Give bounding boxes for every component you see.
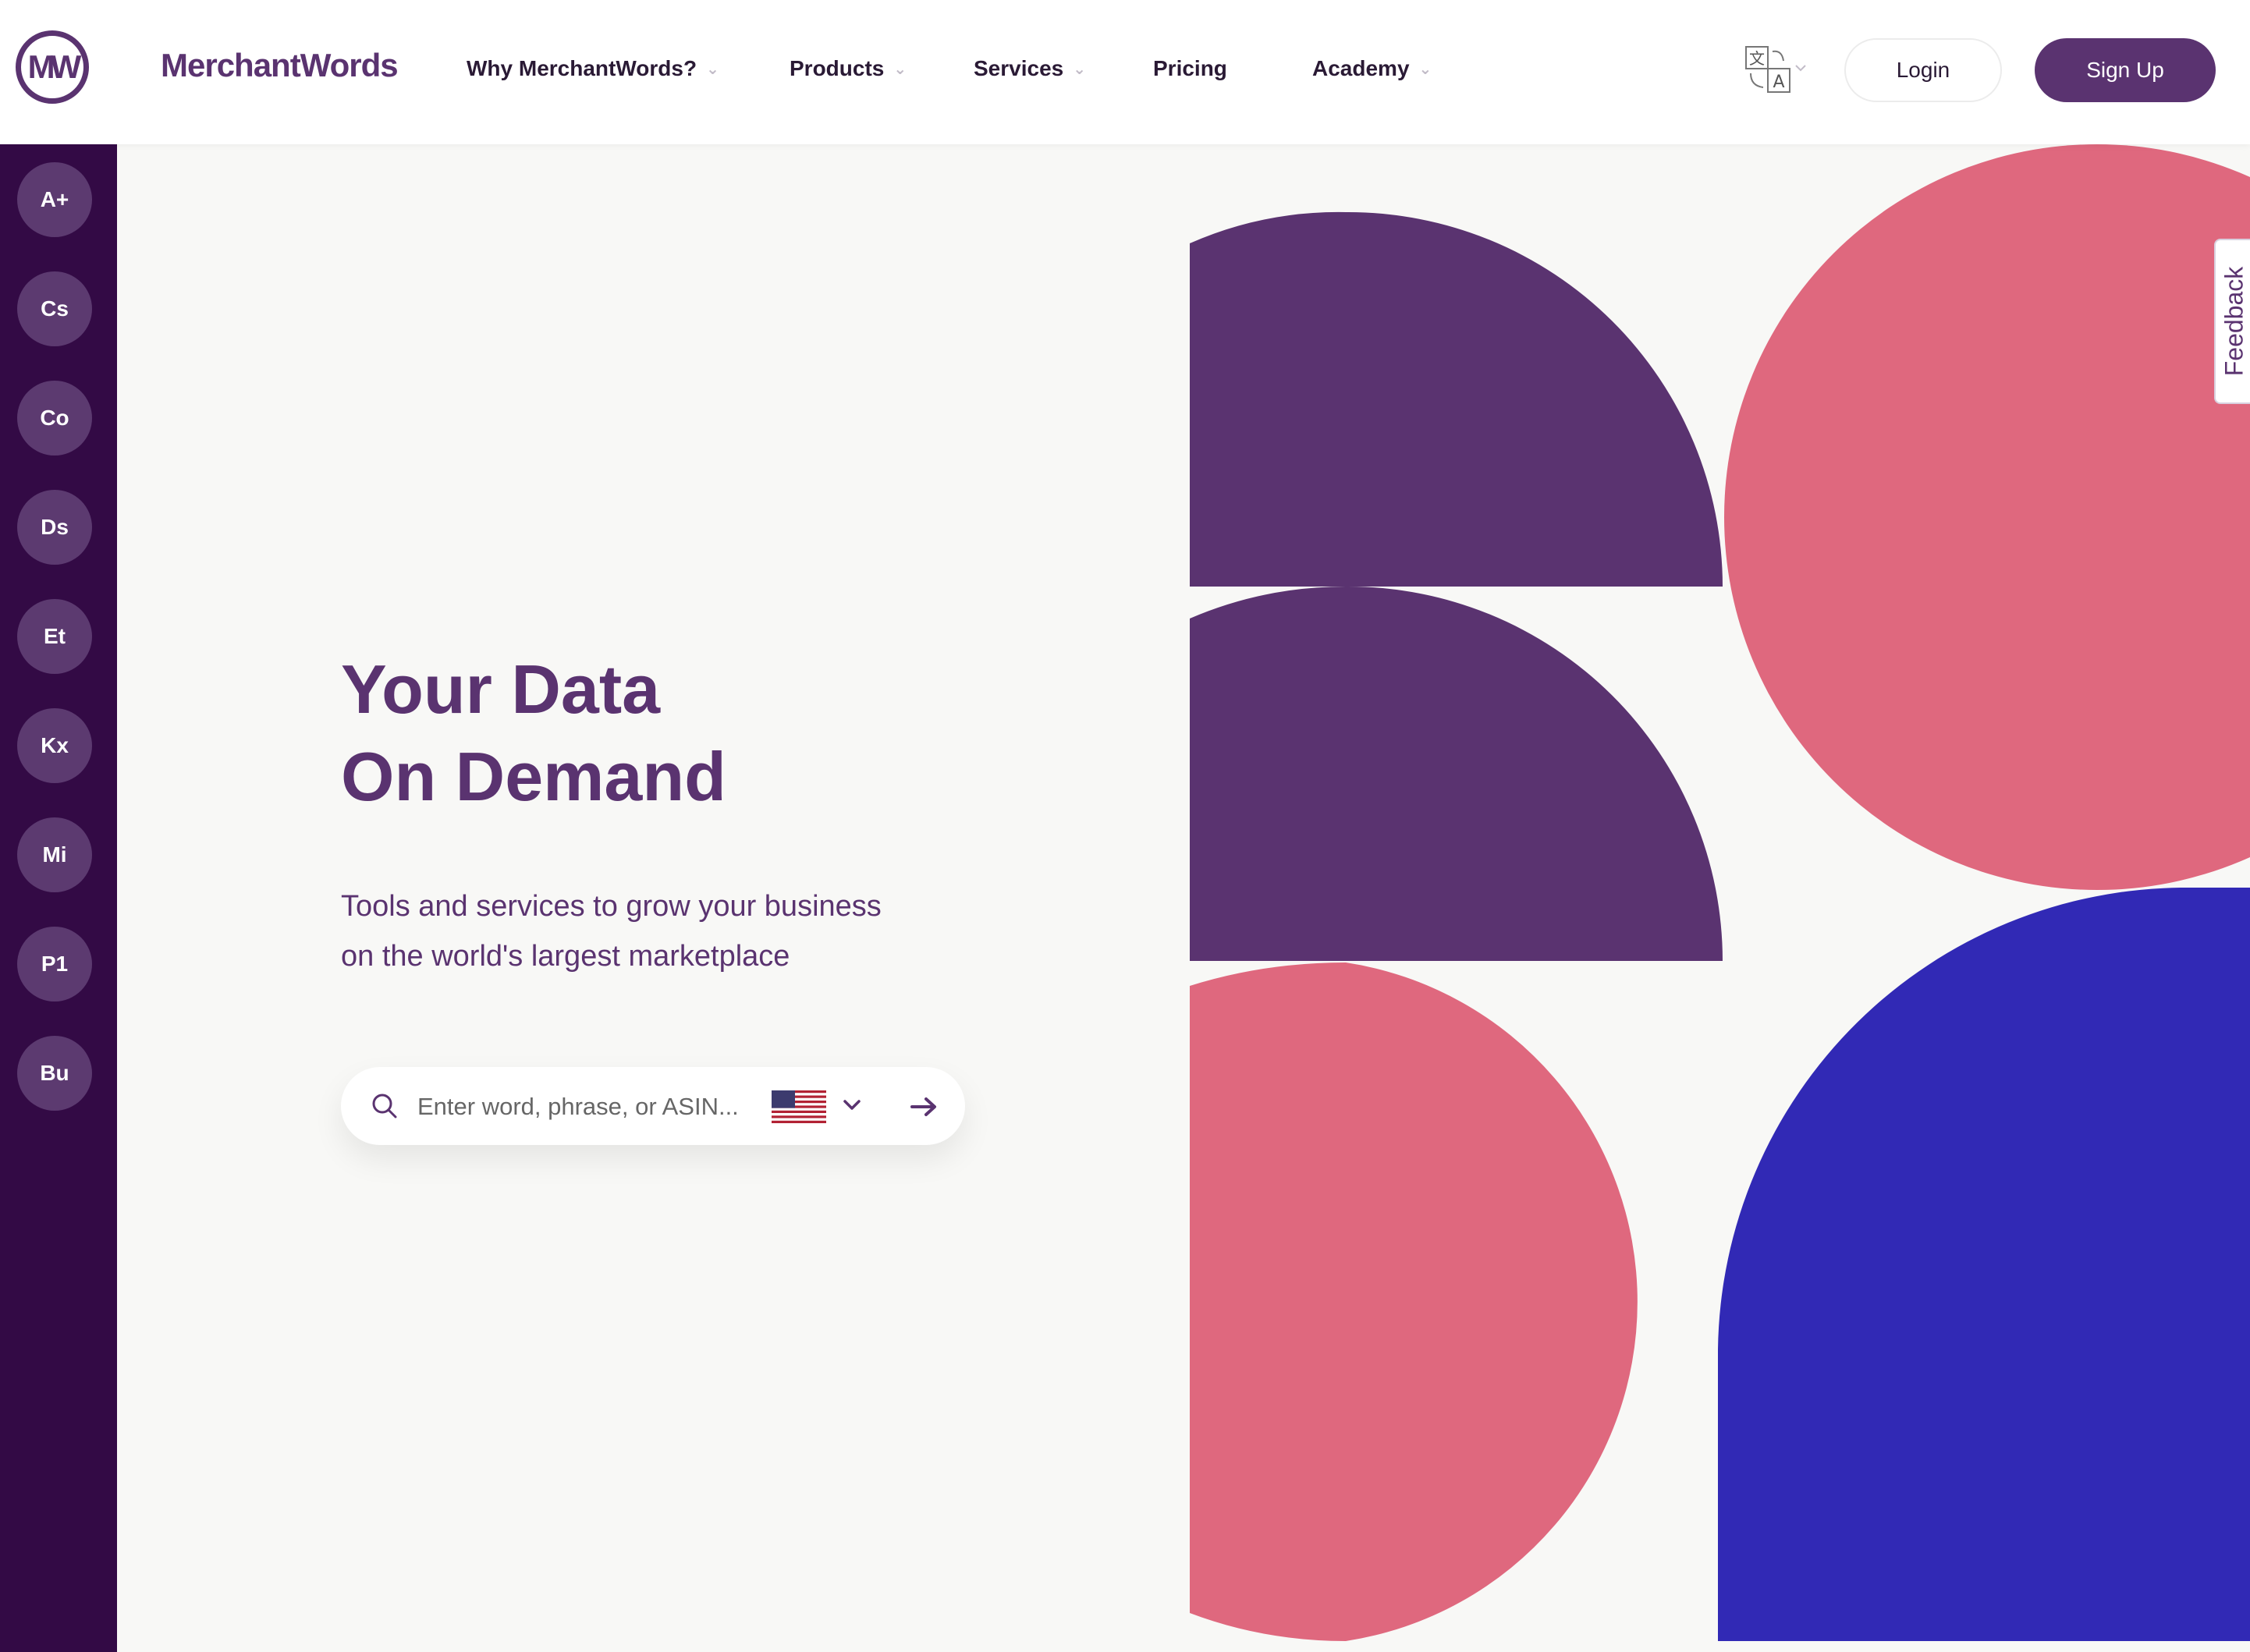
svg-text:A: A: [1773, 73, 1784, 92]
top-nav-bar: MW MerchantWords Why MerchantWords? ⌄ Pr…: [0, 0, 2250, 144]
sidebar-item-ds[interactable]: Ds: [17, 490, 92, 565]
chevron-down-icon: ⌄: [1073, 60, 1086, 78]
nav-services[interactable]: Services ⌄: [974, 56, 1086, 81]
feedback-tab[interactable]: Feedback: [2214, 239, 2250, 404]
tool-sidebar: A+ Cs Co Ds Et Kx Mi P1 Bu: [0, 144, 117, 1652]
blue-arch: [1718, 888, 2250, 1641]
purple-quarter-top-shape: [1190, 211, 1723, 587]
translate-icon[interactable]: 文 A: [1744, 45, 1807, 95]
nav-pricing[interactable]: Pricing: [1153, 56, 1227, 81]
hero-subtitle: Tools and services to grow your business…: [341, 890, 882, 973]
purple-quarter-mid-shape: [1190, 586, 1723, 961]
sidebar-item-a-plus[interactable]: A+: [17, 162, 92, 237]
signup-button[interactable]: Sign Up: [2035, 38, 2216, 102]
chevron-down-icon: ⌄: [893, 60, 907, 78]
chevron-down-icon: ⌄: [1418, 60, 1432, 78]
hero-graphic: [1190, 144, 2250, 1641]
pink-half-circle-bottom: [1190, 962, 1638, 1641]
nav-academy[interactable]: Academy ⌄: [1312, 56, 1432, 81]
chevron-down-icon[interactable]: [839, 1092, 865, 1118]
sidebar-item-mi[interactable]: Mi: [17, 817, 92, 892]
keyword-search-bar: [341, 1067, 965, 1145]
us-flag-icon[interactable]: [772, 1090, 826, 1123]
brand-name[interactable]: MerchantWords: [161, 47, 399, 84]
search-icon: [372, 1094, 397, 1118]
sidebar-item-co[interactable]: Co: [17, 381, 92, 456]
hero-title: Your Data On Demand: [341, 651, 726, 815]
sidebar-item-cs[interactable]: Cs: [17, 271, 92, 346]
sidebar-item-kx[interactable]: Kx: [17, 708, 92, 783]
search-input[interactable]: [416, 1084, 762, 1129]
sidebar-item-et[interactable]: Et: [17, 599, 92, 674]
chevron-down-icon: ⌄: [706, 60, 719, 78]
nav-why-merchantwords[interactable]: Why MerchantWords? ⌄: [467, 56, 719, 81]
nav-products[interactable]: Products ⌄: [790, 56, 907, 81]
brand-logo-icon[interactable]: MW: [16, 30, 89, 104]
login-button[interactable]: Login: [1844, 38, 2002, 102]
sidebar-item-p1[interactable]: P1: [17, 927, 92, 1001]
pink-circle-right: [1724, 144, 2250, 890]
svg-text:文: 文: [1749, 49, 1765, 68]
search-submit-arrow-icon[interactable]: [907, 1090, 940, 1123]
sidebar-item-bu[interactable]: Bu: [17, 1036, 92, 1111]
